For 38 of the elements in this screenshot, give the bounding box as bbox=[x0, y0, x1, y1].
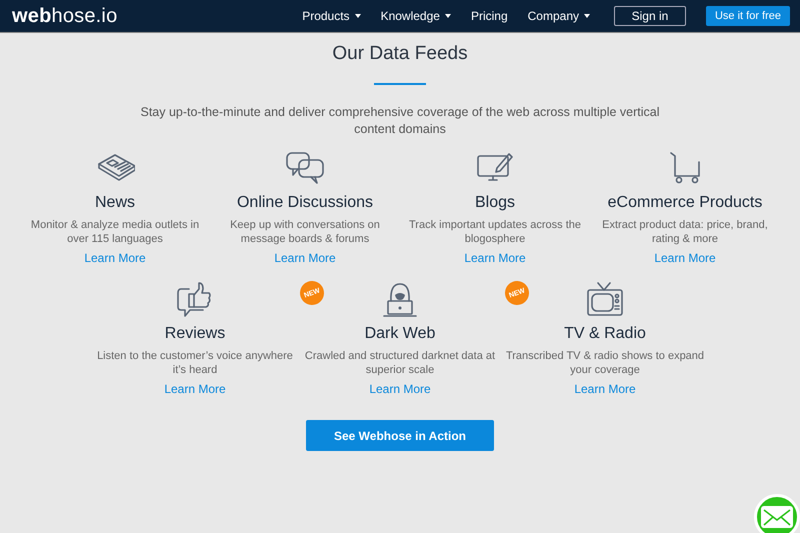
learn-more-link[interactable]: Learn More bbox=[274, 251, 336, 265]
feed-description: Monitor & analyze media outlets in over 115 languages bbox=[30, 218, 200, 246]
feed-description: Keep up with conversations on message boards & forums bbox=[229, 218, 381, 246]
feed-description: Track important updates across the blogosphere bbox=[408, 218, 582, 246]
nav-menu-item[interactable]: Knowledge bbox=[380, 9, 451, 23]
logo[interactable]: webhose.io bbox=[12, 4, 118, 28]
feed-description: Crawled and structured darknet data at superior scale bbox=[304, 349, 496, 377]
speech-bubbles-icon bbox=[285, 150, 325, 186]
caret-icon bbox=[354, 14, 361, 18]
television-icon bbox=[585, 281, 625, 317]
feed-title: News bbox=[94, 194, 135, 212]
feed-description: Transcribed TV & radio shows to expand your coverage bbox=[505, 349, 705, 377]
mail-chat-button[interactable] bbox=[754, 494, 800, 533]
section-subtitle: Stay up-to-the-minute and deliver comprehensive coverage of the web across multiple vertical content domains bbox=[139, 104, 660, 138]
caret-icon bbox=[444, 14, 451, 18]
nav-menu-item[interactable]: Products bbox=[302, 9, 361, 23]
nav-menu-item[interactable]: Pricing bbox=[470, 9, 508, 23]
learn-more-link[interactable]: Learn More bbox=[654, 251, 716, 265]
feed-title: Reviews bbox=[164, 325, 226, 343]
use-it-for-free-button[interactable]: Use it for free bbox=[706, 6, 790, 26]
see-in-action-button[interactable]: See Webhose in Action bbox=[306, 420, 494, 451]
feed-title: TV & Radio bbox=[564, 325, 646, 343]
learn-more-link[interactable]: Learn More bbox=[369, 382, 431, 396]
learn-more-link[interactable]: Learn More bbox=[574, 382, 636, 396]
feed-title: eCommerce Products bbox=[608, 194, 762, 212]
nav-menu-item[interactable]: Company bbox=[528, 9, 590, 23]
sign-in-button[interactable]: Sign in bbox=[614, 6, 686, 26]
feed-title: Dark Web bbox=[364, 325, 436, 343]
feed-title: Blogs bbox=[474, 194, 516, 212]
mail-icon bbox=[760, 505, 794, 529]
learn-more-link[interactable]: Learn More bbox=[464, 251, 526, 265]
learn-more-link[interactable]: Learn More bbox=[84, 251, 146, 265]
feed-description: Listen to the customer’s voice anywhere it’s heard bbox=[96, 349, 294, 377]
feed-description: Extract product data: price, brand, rating & more bbox=[601, 218, 769, 246]
learn-more-link[interactable]: Learn More bbox=[164, 382, 226, 396]
section-title: Our Data Feeds bbox=[332, 43, 468, 65]
feed-title: Online Discussions bbox=[236, 194, 374, 212]
caret-icon bbox=[584, 14, 590, 18]
